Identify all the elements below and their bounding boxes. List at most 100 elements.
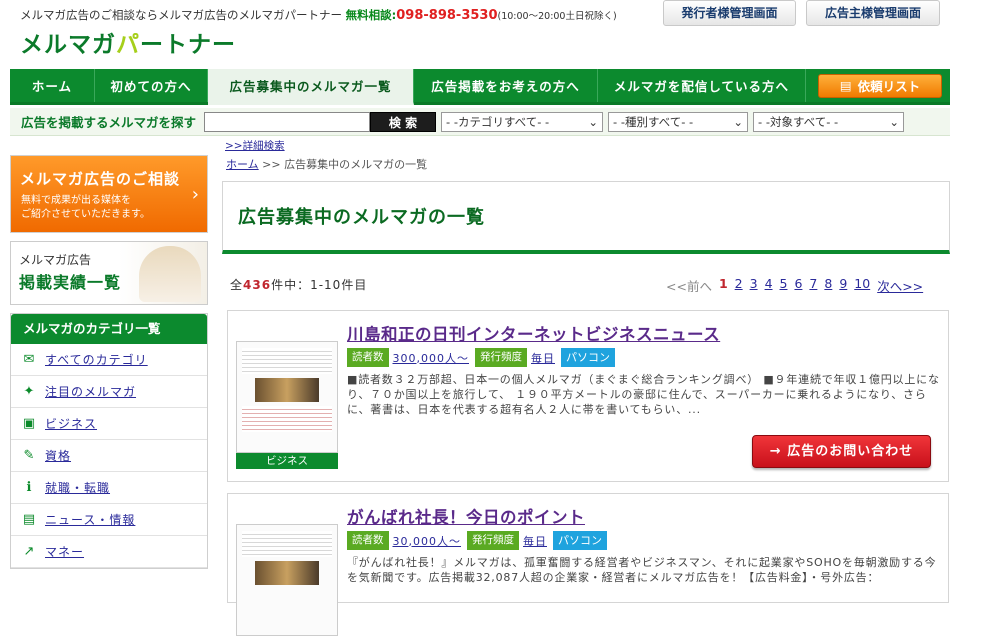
category-item-qualification[interactable]: ✎ 資格	[11, 440, 207, 472]
category-item-featured[interactable]: ✦ 注目のメルマガ	[11, 376, 207, 408]
nav-listings[interactable]: 広告募集中のメルマガ一覧	[208, 69, 414, 105]
pager-page[interactable]: 6	[794, 276, 802, 295]
category-link[interactable]: 注目のメルマガ	[45, 383, 136, 400]
main-nav: ホーム 初めての方へ 広告募集中のメルマガ一覧 広告掲載をお考えの方へ メルマガ…	[10, 69, 950, 105]
readers-value[interactable]: 300,000人〜	[393, 350, 470, 366]
pager-page[interactable]: 5	[780, 276, 788, 295]
frequency-label: 発行頻度	[467, 531, 519, 550]
listing-description: ■読者数３２万部超、日本一の個人メルマガ（まぐまぐ総合ランキング調べ） ■９年連…	[347, 373, 940, 416]
category-item-news[interactable]: ▤ ニュース・情報	[11, 504, 207, 536]
pager-next[interactable]: 次へ>>	[877, 276, 923, 295]
category-item-business[interactable]: ▣ ビジネス	[11, 408, 207, 440]
type-select[interactable]: - -種別すべて- - ⌄	[608, 111, 749, 132]
thumb-text	[242, 348, 332, 374]
device-badge: パソコン	[553, 531, 607, 550]
chevron-right-icon: ›	[191, 184, 199, 205]
listing-tags: 読者数 300,000人〜 発行頻度 毎日 パソコン	[347, 348, 615, 367]
search-button[interactable]: 検 索	[370, 111, 437, 132]
search-bar: 広告を掲載するメルマガを探す 検 索 - -カテゴリすべて- - ⌄ - -種別す…	[10, 108, 950, 136]
category-select-value: - -カテゴリすべて- -	[446, 114, 550, 129]
tagline-text: メルマガ広告のご相談ならメルマガ広告のメルマガパートナー	[20, 8, 342, 22]
phone-number[interactable]: 098-898-3530	[396, 8, 497, 23]
listing-title[interactable]: がんばれ社長！今日のポイント	[347, 504, 585, 528]
pager-page[interactable]: 10	[854, 276, 870, 295]
nav-advertisers[interactable]: 広告掲載をお考えの方へ	[414, 69, 598, 102]
breadcrumb-separator: >>	[262, 158, 281, 171]
business-hours: (10:00〜20:00土日祝除く)	[497, 11, 617, 22]
chevron-down-icon: ⌄	[588, 114, 599, 129]
pager-page[interactable]: 4	[765, 276, 773, 295]
search-input[interactable]	[204, 111, 371, 132]
results-banner[interactable]: メルマガ広告 掲載実績一覧	[10, 241, 208, 305]
advanced-search-link[interactable]: >>詳細検索	[225, 138, 285, 153]
person-image	[139, 246, 201, 302]
count-prefix: 全	[230, 278, 244, 292]
breadcrumb-home[interactable]: ホーム	[226, 158, 259, 171]
consult-banner-line1: 無料で成果が出る媒体を	[21, 195, 131, 206]
listing-title[interactable]: 川島和正の日刊インターネットビジネスニュース	[347, 321, 720, 345]
category-link[interactable]: ニュース・情報	[45, 511, 135, 528]
category-link[interactable]: マネー	[45, 543, 84, 560]
pager-page[interactable]: 7	[809, 276, 817, 295]
listing-card: ビジネス 川島和正の日刊インターネットビジネスニュース 読者数 300,000人…	[227, 310, 949, 482]
type-select-value: - -種別すべて- -	[613, 114, 694, 129]
search-label: 広告を掲載するメルマガを探す	[21, 115, 197, 130]
category-link[interactable]: 資格	[45, 447, 71, 464]
nav-publishers[interactable]: メルマガを配信している方へ	[598, 69, 806, 102]
readers-label: 読者数	[347, 531, 389, 550]
contact-ad-button[interactable]: → 広告のお問い合わせ	[752, 435, 931, 468]
thumb-image	[255, 378, 319, 402]
consult-banner[interactable]: メルマガ広告のご相談 無料で成果が出る媒体を ご紹介させていただきます。 ›	[10, 155, 208, 233]
category-item-jobs[interactable]: ℹ 就職・転職	[11, 472, 207, 504]
listing-description: 『がんばれ社長！』メルマガは、孤軍奮闘する経営者やビジネスマン、それに起業家やS…	[347, 556, 937, 584]
target-select[interactable]: - -対象すべて- - ⌄	[753, 111, 905, 132]
advertiser-admin-button[interactable]: 広告主様管理画面	[806, 0, 940, 26]
pager-current: 1	[718, 276, 728, 291]
request-list-button[interactable]: ▤ 依頼リスト	[818, 73, 942, 98]
category-link[interactable]: すべてのカテゴリ	[45, 351, 148, 368]
sidebar: メルマガ広告のご相談 無料で成果が出る媒体を ご紹介させていただきます。 › メル…	[10, 155, 210, 569]
frequency-value[interactable]: 毎日	[523, 533, 547, 549]
briefcase-icon: ▣	[22, 416, 36, 431]
info-icon: ℹ	[26, 480, 32, 495]
category-link[interactable]: 就職・転職	[45, 479, 110, 496]
category-list-title: メルマガのカテゴリ一覧	[11, 314, 207, 344]
category-link[interactable]: ビジネス	[45, 415, 97, 432]
pager-page[interactable]: 3	[750, 276, 758, 295]
publisher-admin-button[interactable]: 発行者様管理画面	[663, 0, 796, 26]
pager-page[interactable]: 2	[735, 276, 743, 295]
breadcrumb: ホーム >> 広告募集中のメルマガの一覧	[226, 156, 427, 172]
consult-banner-line2: ご紹介させていただきます。	[21, 209, 150, 220]
category-item-all[interactable]: ✉ すべてのカテゴリ	[11, 344, 207, 376]
pager-prev: <<前へ	[666, 279, 712, 294]
site-header: メルマガ広告のご相談ならメルマガ広告のメルマガパートナー 無料相談:098-89…	[0, 0, 992, 68]
listing-category-badge: ビジネス	[236, 453, 338, 469]
chevron-down-icon: ⌄	[889, 114, 900, 129]
logo-text-3: ートナー	[140, 32, 236, 58]
chevron-down-icon: ⌄	[733, 114, 744, 129]
readers-value[interactable]: 30,000人〜	[393, 533, 462, 549]
nav-home[interactable]: ホーム	[10, 69, 95, 102]
category-select[interactable]: - -カテゴリすべて- - ⌄	[441, 111, 604, 132]
results-banner-small: メルマガ広告	[19, 253, 92, 267]
frequency-value[interactable]: 毎日	[531, 350, 555, 366]
listing-thumbnail[interactable]	[236, 341, 338, 453]
page-title: 広告募集中のメルマガの一覧	[238, 207, 485, 228]
device-badge: パソコン	[561, 348, 615, 367]
pin-icon: ✦	[23, 384, 35, 399]
category-list: メルマガのカテゴリ一覧 ✉ すべてのカテゴリ ✦ 注目のメルマガ ▣ ビジネス ✎ 資格…	[10, 313, 208, 569]
category-item-money[interactable]: ↗ マネー	[11, 536, 207, 568]
listing-thumbnail[interactable]	[236, 524, 338, 636]
thumb-text	[242, 406, 332, 432]
results-banner-title: 掲載実績一覧	[19, 273, 122, 292]
listing-tags: 読者数 30,000人〜 発行頻度 毎日 パソコン	[347, 531, 607, 550]
page-title-box: 広告募集中のメルマガの一覧	[222, 181, 950, 254]
listing-card: がんばれ社長！今日のポイント 読者数 30,000人〜 発行頻度 毎日 パソコン…	[227, 493, 949, 636]
pager-page[interactable]: 9	[839, 276, 847, 295]
site-logo[interactable]: メルマガパートナー	[20, 25, 236, 59]
request-list-label: 依頼リスト	[857, 79, 921, 94]
readers-label: 読者数	[347, 348, 389, 367]
newspaper-icon: ▤	[22, 512, 36, 527]
pager-page[interactable]: 8	[824, 276, 832, 295]
nav-first-time[interactable]: 初めての方へ	[95, 69, 208, 102]
